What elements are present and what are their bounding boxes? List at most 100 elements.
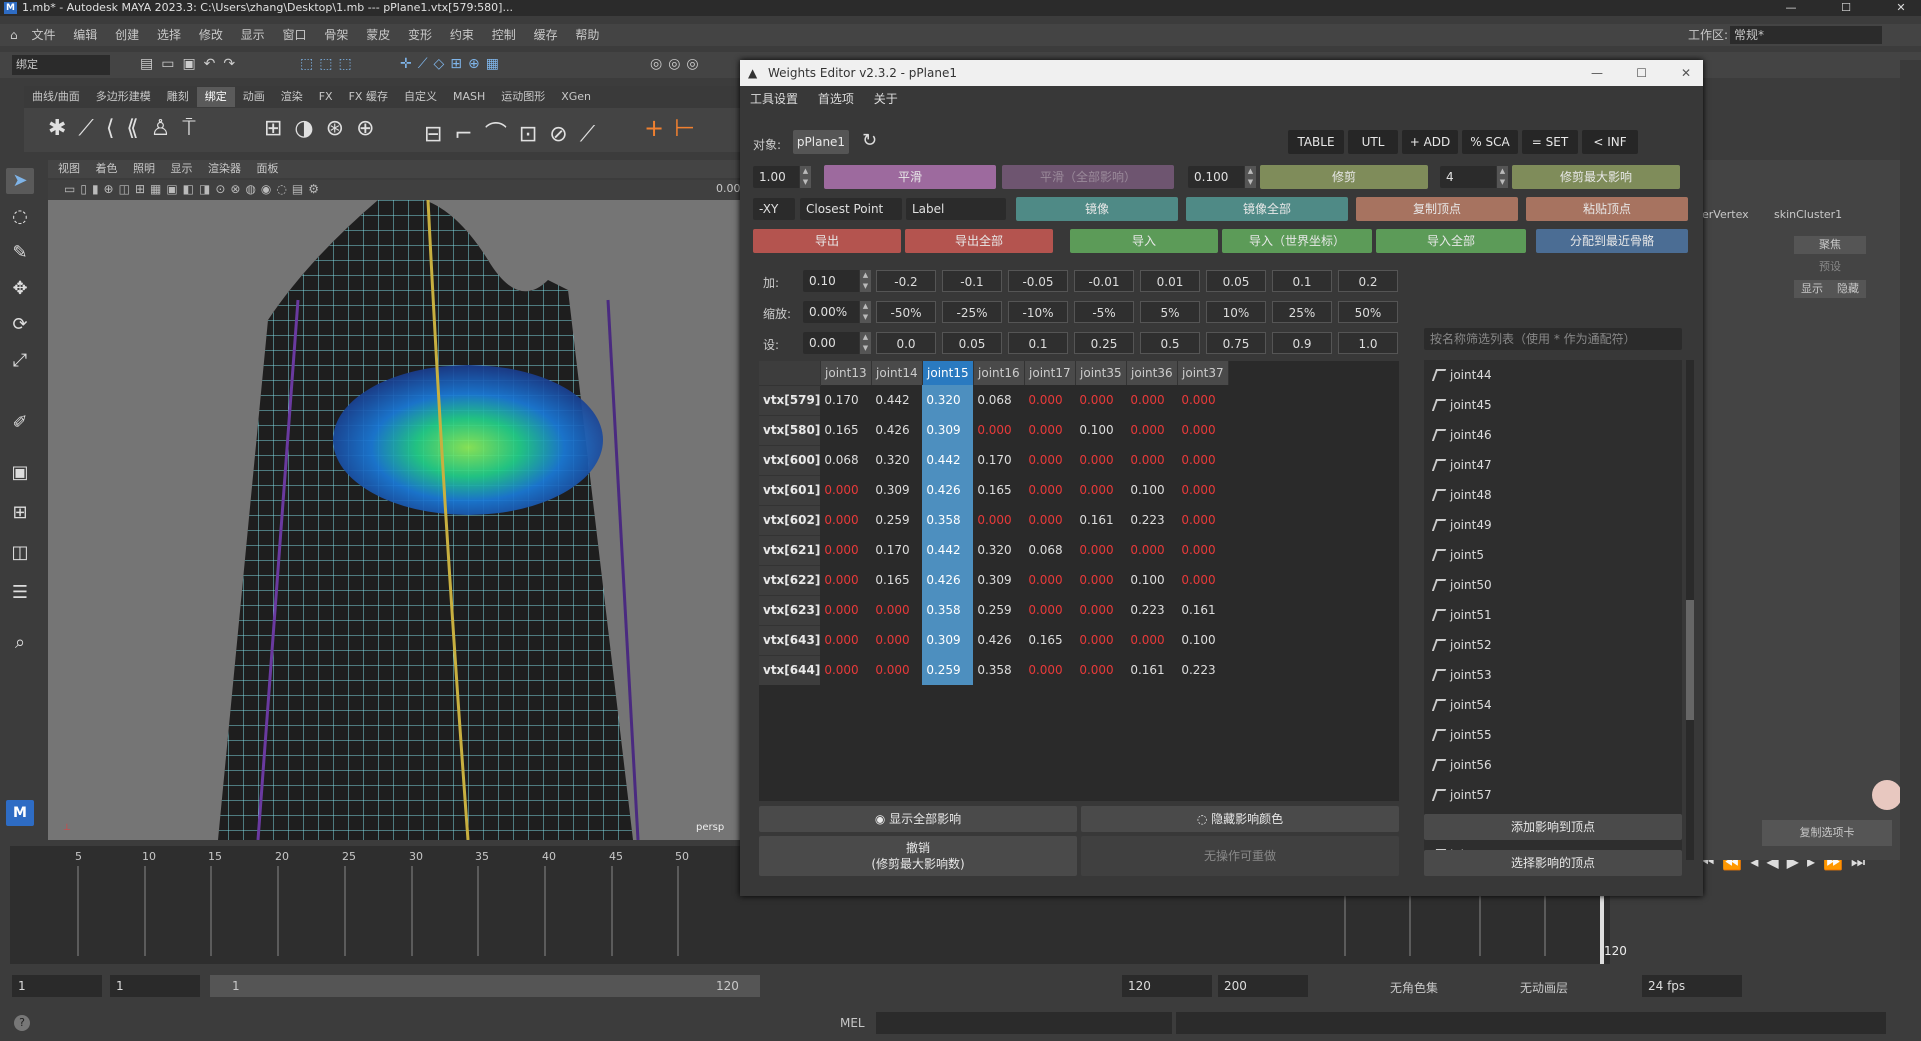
shelf-tab[interactable]: 曲线/曲面	[24, 87, 88, 107]
copy-tab-button[interactable]: 复制选项卡	[1762, 820, 1892, 846]
shelf-tab[interactable]: FX 缓存	[341, 87, 396, 107]
weight-cell[interactable]: 0.358	[922, 595, 974, 625]
influence-list-item[interactable]: joint48	[1424, 480, 1682, 510]
paste-vertex-button[interactable]: 粘贴顶点	[1526, 197, 1688, 221]
menu-item[interactable]: 约束	[450, 28, 474, 42]
weight-cell[interactable]: 0.165	[973, 475, 1024, 505]
smooth-button[interactable]: 平滑	[824, 165, 996, 189]
copy-vertex-button[interactable]: 复制顶点	[1356, 197, 1518, 221]
column-header[interactable]: joint37	[1177, 361, 1229, 385]
we-menu-item[interactable]: 首选项	[818, 92, 854, 106]
weight-cell[interactable]: 0.000	[871, 655, 922, 685]
weight-cell[interactable]: 0.358	[973, 655, 1024, 685]
set-preset-button[interactable]: 0.0	[876, 332, 936, 354]
add-mode-button[interactable]: + ADD	[1402, 130, 1458, 154]
show-button[interactable]: 显示	[1794, 280, 1830, 298]
weight-cell[interactable]: 0.000	[1126, 535, 1177, 565]
spinner-icon[interactable]: ▲ ▼	[1496, 166, 1508, 188]
influence-list-item[interactable]: joint49	[1424, 510, 1682, 540]
mirror-all-button[interactable]: 镜像全部	[1186, 197, 1348, 221]
column-header[interactable]: joint36	[1126, 361, 1178, 385]
weight-cell[interactable]: 0.000	[1075, 655, 1126, 685]
shelf-tab[interactable]: XGen	[553, 87, 599, 107]
weight-cell[interactable]: 0.000	[820, 655, 871, 685]
row-header[interactable]: vtx[622]	[759, 564, 821, 595]
lasso-tool-icon[interactable]: ◌	[6, 204, 34, 230]
row-header[interactable]: vtx[601]	[759, 474, 821, 505]
weight-cell[interactable]: 0.259	[973, 595, 1024, 625]
weight-cell[interactable]: 0.000	[820, 475, 871, 505]
workspace-dropdown[interactable]: 常规*	[1730, 26, 1882, 44]
weight-cell[interactable]: 0.161	[1126, 655, 1177, 685]
weight-cell[interactable]: 0.426	[871, 415, 922, 445]
add-preset-button[interactable]: 0.1	[1272, 270, 1332, 292]
scale-preset-button[interactable]: -5%	[1074, 301, 1134, 323]
weight-cell[interactable]: 0.000	[1024, 505, 1075, 535]
row-header[interactable]: vtx[623]	[759, 594, 821, 625]
menu-item[interactable]: 骨架	[324, 28, 348, 42]
weight-cell[interactable]: 0.000	[1126, 445, 1177, 475]
menu-item[interactable]: 缓存	[534, 28, 558, 42]
influence-list-item[interactable]: joint5	[1424, 540, 1682, 570]
weight-cell[interactable]: 0.000	[1075, 565, 1126, 595]
select-influence-vertices-button[interactable]: 选择影响的顶点	[1424, 850, 1682, 876]
scale-tool-icon[interactable]: ⤢	[6, 348, 34, 374]
outliner-icon[interactable]: ☰	[6, 580, 34, 606]
viewport-menu-item[interactable]: 面板	[257, 162, 279, 175]
surface-association-dropdown[interactable]: Closest Point	[800, 198, 902, 220]
range-slider[interactable]	[210, 975, 760, 997]
menu-item[interactable]: 显示	[241, 28, 265, 42]
table-row[interactable]: vtx[600] 0.068 0.320 0.442 0.170 0.000 0.000 0.…	[759, 444, 1228, 475]
weight-cell[interactable]: 0.000	[1177, 415, 1228, 445]
attr-tab[interactable]: erVertex	[1702, 208, 1749, 221]
column-header[interactable]: joint17	[1024, 361, 1076, 385]
shelf-tab-active[interactable]: 绑定	[196, 87, 235, 107]
weight-cell[interactable]: 0.100	[1126, 565, 1177, 595]
set-preset-button[interactable]: 0.1	[1008, 332, 1068, 354]
menu-item[interactable]: 控制	[492, 28, 516, 42]
weight-cell[interactable]: 0.000	[1177, 475, 1228, 505]
start-frame-field[interactable]: 1	[12, 975, 102, 997]
table-row[interactable]: vtx[643] 0.000 0.000 0.309 0.426 0.165 0.000 0.…	[759, 624, 1228, 655]
select-mode-icons[interactable]: ⬚⬚⬚	[300, 56, 358, 72]
viewport-3d[interactable]: ⊥ persp	[48, 200, 748, 840]
weight-cell[interactable]: 0.000	[1024, 415, 1075, 445]
menu-item[interactable]: 窗口	[283, 28, 307, 42]
weight-cell[interactable]: 0.100	[1075, 415, 1126, 445]
weight-cell[interactable]: 0.309	[871, 475, 922, 505]
weight-cell[interactable]: 0.161	[1075, 505, 1126, 535]
row-header[interactable]: vtx[602]	[759, 504, 821, 535]
select-tool-icon[interactable]: ➤	[6, 168, 34, 194]
weight-cell[interactable]: 0.320	[922, 385, 974, 415]
scale-preset-button[interactable]: 10%	[1206, 301, 1266, 323]
weight-cell[interactable]: 0.170	[871, 535, 922, 565]
influence-filter-input[interactable]: 按名称筛选列表（使用 * 作为通配符）	[1424, 328, 1682, 350]
mode-dropdown[interactable]: 绑定	[12, 55, 110, 75]
close-icon[interactable]: ✕	[1681, 60, 1691, 86]
spinner-icon[interactable]: ▲ ▼	[859, 270, 871, 292]
prune-max-influence-button[interactable]: 修剪最大影响	[1512, 165, 1680, 189]
minimize-icon[interactable]: —	[1771, 0, 1811, 16]
weight-cell[interactable]: 0.000	[1024, 475, 1075, 505]
weight-cell[interactable]: 0.000	[1177, 505, 1228, 535]
rotate-tool-icon[interactable]: ⟳	[6, 312, 34, 338]
weight-cell[interactable]: 0.170	[973, 445, 1024, 475]
column-header[interactable]: joint14	[871, 361, 923, 385]
table-row[interactable]: vtx[601] 0.000 0.309 0.426 0.165 0.000 0.000 0.…	[759, 474, 1228, 505]
scale-preset-button[interactable]: -10%	[1008, 301, 1068, 323]
add-preset-button[interactable]: -0.05	[1008, 270, 1068, 292]
hide-influence-colors-button[interactable]: ◌ 隐藏影响颜色	[1081, 806, 1399, 832]
influence-list-item[interactable]: joint44	[1424, 360, 1682, 390]
spinner-icon[interactable]: ▲ ▼	[1244, 166, 1256, 188]
weight-cell[interactable]: 0.068	[1024, 535, 1075, 565]
weight-cell[interactable]: 0.000	[1126, 415, 1177, 445]
skin-tool-icons[interactable]: ⊞◑⊛⊕	[264, 116, 387, 141]
weight-cell[interactable]: 0.000	[820, 565, 871, 595]
influence-list-item[interactable]: joint47	[1424, 450, 1682, 480]
weight-cell[interactable]: 0.000	[1024, 595, 1075, 625]
influence-list-item[interactable]: joint57	[1424, 780, 1682, 810]
set-mode-button[interactable]: = SET	[1522, 130, 1578, 154]
menu-item[interactable]: 蒙皮	[366, 28, 390, 42]
scale-value-input[interactable]: 0.00% ▲ ▼	[803, 301, 871, 323]
weight-cell[interactable]: 0.426	[922, 565, 974, 595]
